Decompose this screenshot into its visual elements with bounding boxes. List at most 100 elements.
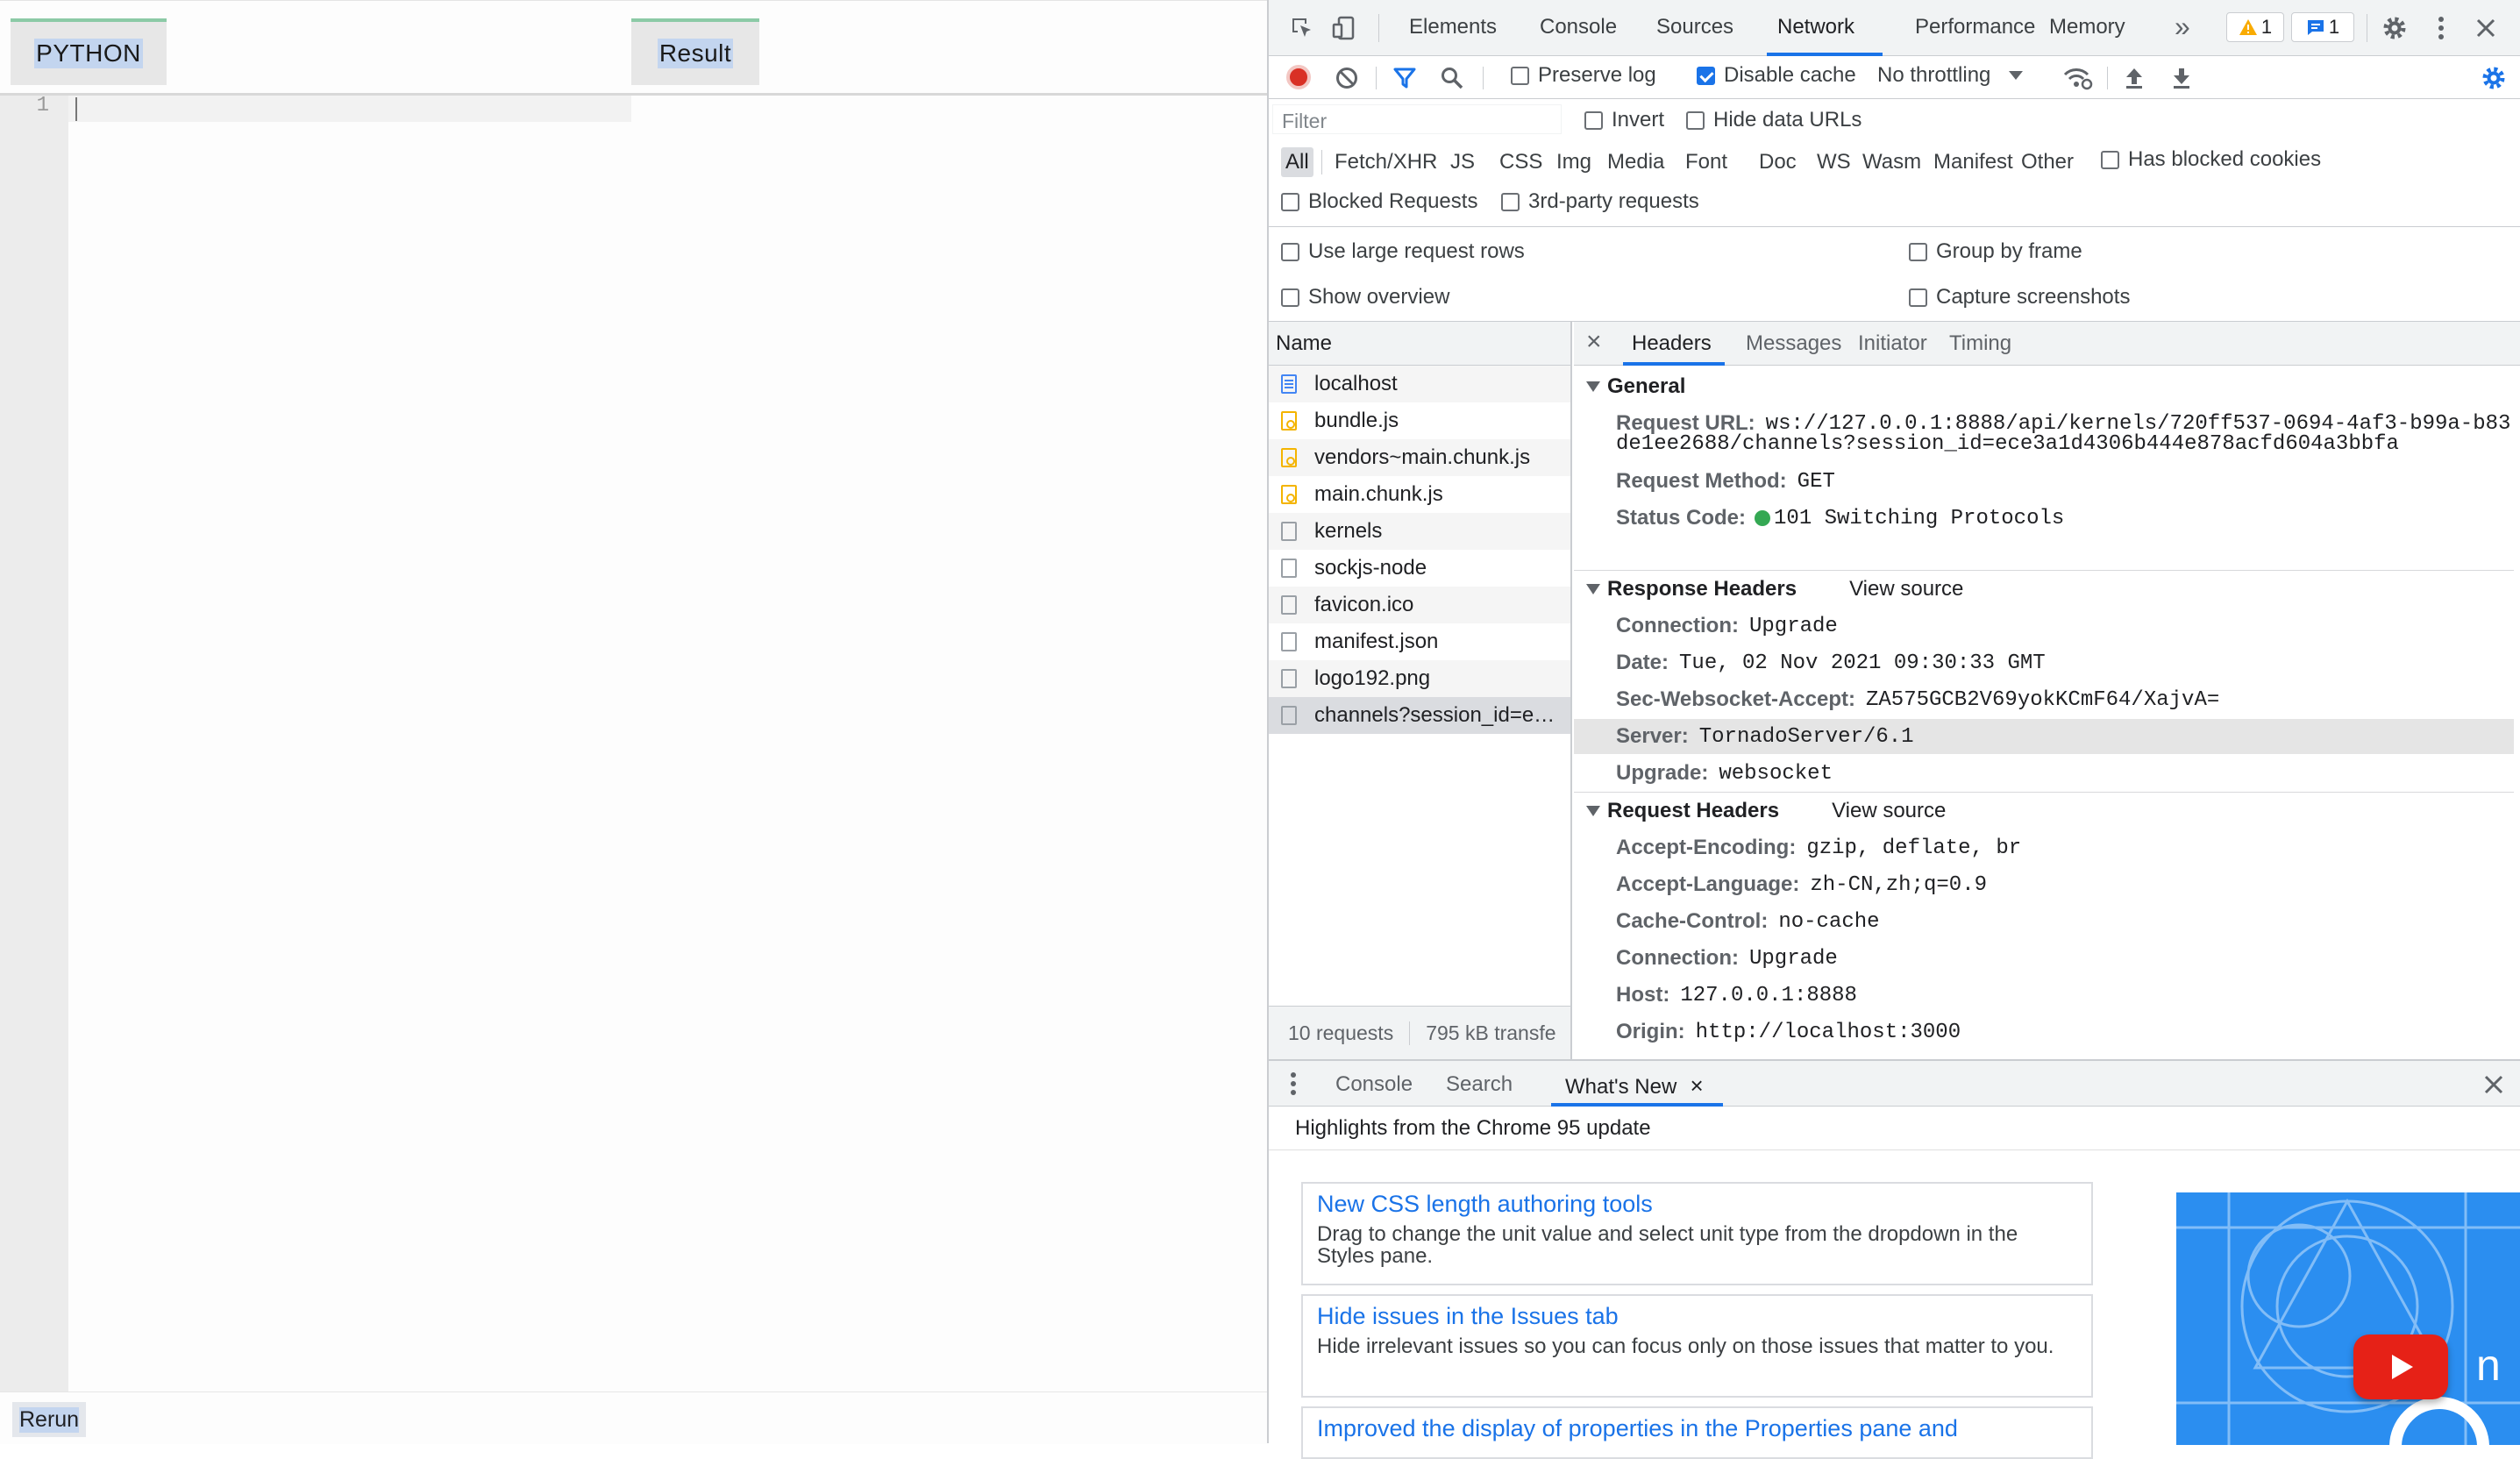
clear-icon[interactable] xyxy=(1332,63,1362,93)
request-row[interactable]: channels?session_id=e… xyxy=(1269,697,1570,734)
import-har-icon[interactable] xyxy=(2119,63,2149,93)
request-row[interactable]: manifest.json xyxy=(1269,623,1570,660)
filter-input[interactable]: Filter xyxy=(1272,104,1562,134)
search-icon[interactable] xyxy=(1437,63,1467,93)
request-row[interactable]: kernels xyxy=(1269,513,1570,550)
whats-new-card-title[interactable]: Improved the display of properties in th… xyxy=(1317,1415,2077,1442)
whats-new-card[interactable]: New CSS length authoring tools Drag to ch… xyxy=(1301,1182,2093,1285)
more-tabs-icon[interactable]: » xyxy=(2175,11,2190,43)
show-overview-option[interactable]: Show overview xyxy=(1281,285,1449,310)
capture-screenshots-option[interactable]: Capture screenshots xyxy=(1909,285,2130,310)
tab-result[interactable]: Result xyxy=(631,18,759,85)
type-filter-manifest[interactable]: Manifest xyxy=(1929,147,2018,177)
name-column-header[interactable]: Name xyxy=(1269,322,1570,366)
type-filter-wasm[interactable]: Wasm xyxy=(1858,147,1926,177)
disable-cache-option[interactable]: Disable cache xyxy=(1697,63,1856,88)
type-filter-other[interactable]: Other xyxy=(2017,147,2078,177)
request-headers-toggle[interactable]: Request Headers View source xyxy=(1574,792,2514,829)
chrome-update-video-thumbnail[interactable]: n xyxy=(2176,1192,2520,1445)
type-filter-ws[interactable]: WS xyxy=(1812,147,1855,177)
response-headers-toggle[interactable]: Response Headers View source xyxy=(1574,570,2514,607)
type-filter-css[interactable]: CSS xyxy=(1495,147,1547,177)
tab-sources[interactable]: Sources xyxy=(1656,15,1733,39)
detail-tab-messages[interactable]: Messages xyxy=(1746,331,1841,356)
drawer-menu-icon[interactable] xyxy=(1283,1070,1304,1098)
disable-cache-checkbox[interactable] xyxy=(1697,66,1715,85)
export-har-icon[interactable] xyxy=(2167,63,2196,93)
third-party-option[interactable]: 3rd-party requests xyxy=(1501,189,1699,214)
close-devtools-icon[interactable] xyxy=(2470,12,2502,44)
messages-badge[interactable]: 1 xyxy=(2291,12,2354,42)
network-conditions-icon[interactable] xyxy=(2061,63,2095,93)
hide-data-urls-option[interactable]: Hide data URLs xyxy=(1686,108,1862,132)
has-blocked-cookies-option[interactable]: Has blocked cookies xyxy=(2101,147,2321,172)
youtube-play-icon[interactable] xyxy=(2353,1334,2448,1399)
general-section-toggle[interactable]: General xyxy=(1574,368,2514,405)
device-toolbar-icon[interactable] xyxy=(1328,12,1360,44)
settings-gear-icon[interactable] xyxy=(2379,12,2410,44)
view-source-link[interactable]: View source xyxy=(1832,799,1946,823)
whats-new-card-title[interactable]: Hide issues in the Issues tab xyxy=(1317,1303,2077,1330)
type-filter-js[interactable]: JS xyxy=(1446,147,1479,177)
view-source-link[interactable]: View source xyxy=(1849,577,1963,601)
filter-icon[interactable] xyxy=(1390,63,1420,93)
inspect-element-icon[interactable] xyxy=(1286,12,1318,44)
hide-data-urls-checkbox[interactable] xyxy=(1686,110,1705,130)
whats-new-card[interactable]: Improved the display of properties in th… xyxy=(1301,1406,2093,1459)
group-by-frame-checkbox[interactable] xyxy=(1909,242,1927,261)
detail-tab-headers[interactable]: Headers xyxy=(1632,331,1712,356)
throttling-select[interactable]: No throttling xyxy=(1877,63,2024,88)
drawer-tab-search[interactable]: Search xyxy=(1446,1072,1513,1097)
close-drawer-icon[interactable] xyxy=(2479,1070,2509,1100)
has-blocked-cookies-checkbox[interactable] xyxy=(2101,150,2119,169)
record-button[interactable] xyxy=(1286,65,1311,89)
close-tab-icon[interactable]: × xyxy=(1684,1072,1704,1099)
request-row[interactable]: main.chunk.js xyxy=(1269,476,1570,513)
tab-network[interactable]: Network xyxy=(1777,15,1854,39)
large-rows-checkbox[interactable] xyxy=(1281,242,1299,261)
network-settings-gear-icon[interactable] xyxy=(2479,63,2509,93)
rerun-button[interactable]: Rerun xyxy=(12,1402,87,1437)
network-summary-bar: 10 requests 795 kB transfe xyxy=(1269,1006,1570,1059)
drawer-tab-console[interactable]: Console xyxy=(1335,1072,1413,1097)
request-row[interactable]: localhost xyxy=(1269,366,1570,402)
code-editor-line[interactable] xyxy=(68,96,631,122)
whats-new-card[interactable]: Hide issues in the Issues tab Hide irrele… xyxy=(1301,1294,2093,1398)
request-row[interactable]: favicon.ico xyxy=(1269,587,1570,623)
whats-new-card-title[interactable]: New CSS length authoring tools xyxy=(1317,1191,2077,1218)
third-party-checkbox[interactable] xyxy=(1501,192,1520,211)
request-row[interactable]: bundle.js xyxy=(1269,402,1570,439)
tab-performance[interactable]: Performance xyxy=(1915,15,2035,39)
type-filter-media[interactable]: Media xyxy=(1603,147,1669,177)
header-name: Date: xyxy=(1616,651,1669,674)
request-row[interactable]: logo192.png xyxy=(1269,660,1570,697)
type-filter-all[interactable]: All xyxy=(1281,147,1313,177)
type-filter-img[interactable]: Img xyxy=(1552,147,1596,177)
tab-elements[interactable]: Elements xyxy=(1409,15,1497,39)
detail-tab-timing[interactable]: Timing xyxy=(1949,331,2011,356)
type-filter-fetch-xhr[interactable]: Fetch/XHR xyxy=(1330,147,1442,177)
tab-memory[interactable]: Memory xyxy=(2049,15,2125,39)
blocked-requests-checkbox[interactable] xyxy=(1281,192,1299,211)
group-by-frame-option[interactable]: Group by frame xyxy=(1909,239,2082,264)
large-rows-option[interactable]: Use large request rows xyxy=(1281,239,1525,264)
invert-checkbox[interactable] xyxy=(1584,110,1603,130)
more-options-icon[interactable] xyxy=(2428,12,2454,44)
close-detail-icon[interactable]: × xyxy=(1586,327,1602,357)
request-row[interactable]: vendors~main.chunk.js xyxy=(1269,439,1570,476)
invert-option[interactable]: Invert xyxy=(1584,108,1664,132)
preserve-log-option[interactable]: Preserve log xyxy=(1511,63,1656,88)
tab-python[interactable]: PYTHON xyxy=(11,18,167,85)
warnings-badge[interactable]: 1 xyxy=(2226,12,2284,42)
type-filter-doc[interactable]: Doc xyxy=(1755,147,1801,177)
blocked-requests-option[interactable]: Blocked Requests xyxy=(1281,189,1477,214)
show-overview-checkbox[interactable] xyxy=(1281,288,1299,307)
drawer-tab-what-s-new[interactable]: What's New × xyxy=(1565,1072,1704,1100)
detail-tab-initiator[interactable]: Initiator xyxy=(1858,331,1927,356)
capture-screenshots-checkbox[interactable] xyxy=(1909,288,1927,307)
request-name: main.chunk.js xyxy=(1314,482,1443,506)
tab-console[interactable]: Console xyxy=(1540,15,1617,39)
type-filter-font[interactable]: Font xyxy=(1681,147,1732,177)
request-row[interactable]: sockjs-node xyxy=(1269,550,1570,587)
preserve-log-checkbox[interactable] xyxy=(1511,66,1529,85)
